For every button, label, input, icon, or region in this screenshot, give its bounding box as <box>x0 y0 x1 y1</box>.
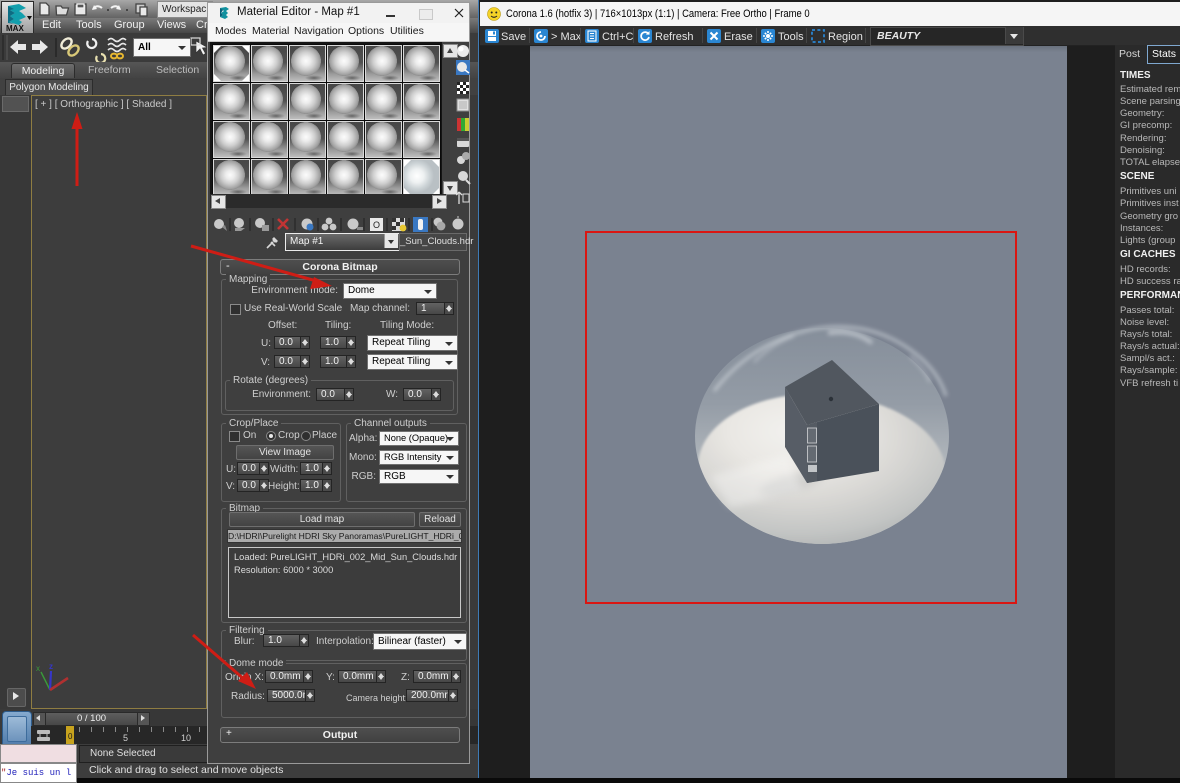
svg-text:x: x <box>36 664 40 673</box>
svg-text:10: 10 <box>181 733 191 743</box>
svg-text:5: 5 <box>123 733 128 743</box>
svg-text:z: z <box>49 662 53 671</box>
svg-text:O: O <box>373 220 380 230</box>
svg-text:MAX: MAX <box>6 24 24 33</box>
